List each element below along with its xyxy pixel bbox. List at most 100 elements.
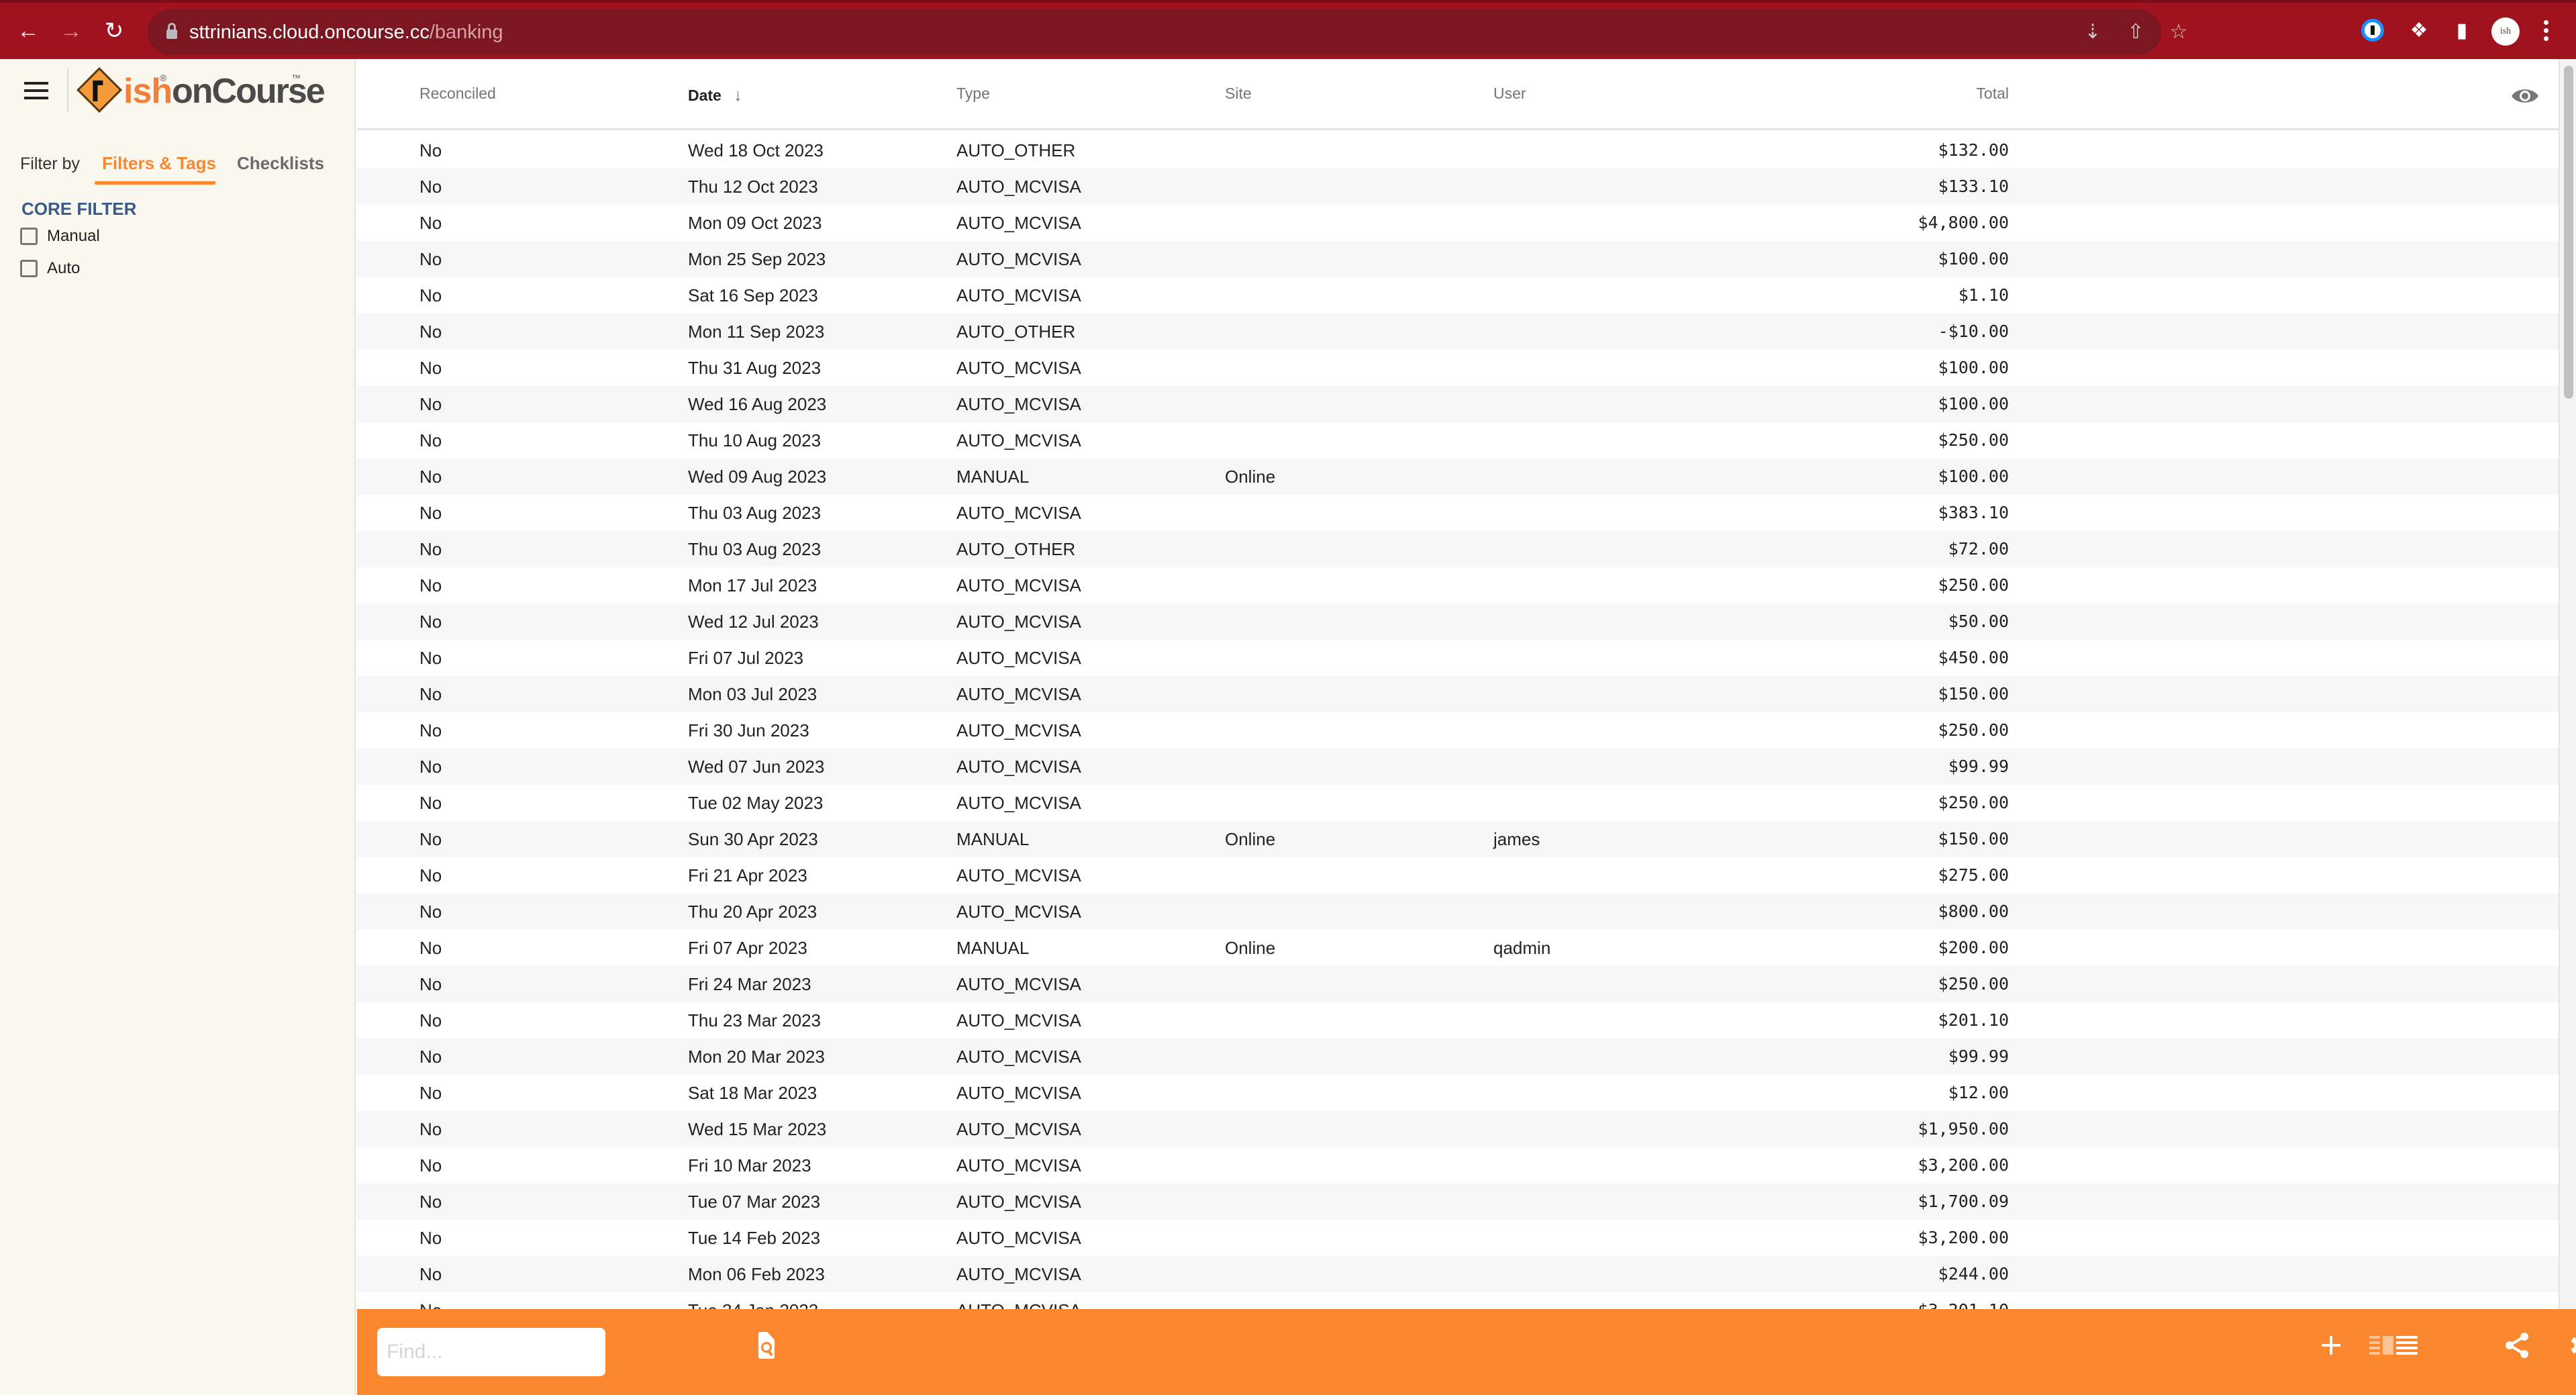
- table-row[interactable]: No Wed 09 Aug 2023 MANUAL Online $100.00: [357, 459, 2559, 495]
- cell-type: AUTO_MCVISA: [956, 394, 1081, 414]
- hamburger-menu-icon[interactable]: [24, 82, 48, 99]
- share-page-icon[interactable]: ⇧: [2124, 20, 2148, 44]
- cell-reconciled: No: [419, 285, 442, 305]
- cell-date: Mon 17 Jul 2023: [688, 575, 818, 595]
- header-divider: [67, 68, 68, 111]
- table-row[interactable]: No Fri 24 Mar 2023 AUTO_MCVISA $250.00: [357, 966, 2559, 1002]
- cell-total: $275.00: [1938, 865, 2009, 885]
- cell-total: $12.00: [1948, 1083, 2009, 1102]
- cell-reconciled: No: [419, 539, 442, 559]
- browser-menu-icon[interactable]: [2544, 20, 2549, 44]
- tab-checklists[interactable]: Checklists: [237, 153, 324, 174]
- eye-icon[interactable]: [2510, 86, 2540, 106]
- auto-label: Auto: [47, 259, 81, 277]
- cell-date: Wed 15 Mar 2023: [688, 1119, 827, 1139]
- column-header-site[interactable]: Site: [1225, 85, 1252, 103]
- list-view-toggle-icon[interactable]: [2369, 1332, 2419, 1359]
- table-row[interactable]: No Sat 18 Mar 2023 AUTO_MCVISA $12.00: [357, 1075, 2559, 1111]
- table-row[interactable]: No Thu 12 Oct 2023 AUTO_MCVISA $133.10: [357, 169, 2559, 205]
- column-header-reconciled[interactable]: Reconciled: [419, 85, 496, 103]
- browser-toolbar: ← → ↻ sttrinians.cloud.oncourse.cc/banki…: [0, 0, 2576, 59]
- table-row[interactable]: No Fri 30 Jun 2023 AUTO_MCVISA $250.00: [357, 712, 2559, 749]
- add-icon[interactable]: [2321, 1332, 2341, 1359]
- table-row[interactable]: No Sun 30 Apr 2023 MANUAL Online james $150.0…: [357, 821, 2559, 857]
- table-row[interactable]: No Sat 16 Sep 2023 AUTO_MCVISA $1.10: [357, 277, 2559, 314]
- forward-arrow-icon[interactable]: →: [58, 17, 85, 44]
- cell-site: Online: [1225, 829, 1276, 849]
- table-row[interactable]: No Mon 17 Jul 2023 AUTO_MCVISA $250.00: [357, 567, 2559, 604]
- table-row[interactable]: No Fri 07 Jul 2023 AUTO_MCVISA $450.00: [357, 640, 2559, 676]
- table-row[interactable]: No Wed 15 Mar 2023 AUTO_MCVISA $1,950.00: [357, 1111, 2559, 1147]
- table-row[interactable]: No Fri 21 Apr 2023 AUTO_MCVISA $275.00: [357, 857, 2559, 894]
- reload-icon[interactable]: ↻: [101, 17, 128, 44]
- password-manager-extension-icon[interactable]: [2361, 19, 2384, 42]
- cell-type: MANUAL: [956, 938, 1030, 958]
- filter-manual[interactable]: Manual: [20, 224, 100, 248]
- cell-type: AUTO_MCVISA: [956, 684, 1081, 704]
- advanced-search-document-icon[interactable]: [758, 1332, 775, 1359]
- extensions-puzzle-icon[interactable]: ❖: [2406, 17, 2432, 44]
- table-row[interactable]: No Mon 11 Sep 2023 AUTO_OTHER -$10.00: [357, 314, 2559, 350]
- address-bar[interactable]: sttrinians.cloud.oncourse.cc/banking ⇣ ⇧…: [148, 9, 2187, 55]
- column-header-user[interactable]: User: [1493, 85, 1526, 103]
- table-row[interactable]: No Thu 03 Aug 2023 AUTO_MCVISA $383.10: [357, 495, 2559, 531]
- table-row[interactable]: No Thu 31 Aug 2023 AUTO_MCVISA $100.00: [357, 350, 2559, 386]
- cell-reconciled: No: [419, 938, 442, 958]
- table-row[interactable]: No Mon 09 Oct 2023 AUTO_MCVISA $4,800.00: [357, 205, 2559, 241]
- table-row[interactable]: No Wed 12 Jul 2023 AUTO_MCVISA $50.00: [357, 604, 2559, 640]
- manual-checkbox[interactable]: [20, 228, 38, 245]
- scrollbar-thumb[interactable]: [2564, 66, 2573, 399]
- cell-date: Thu 31 Aug 2023: [688, 358, 822, 378]
- profile-avatar[interactable]: ish: [2491, 17, 2520, 46]
- table-row[interactable]: No Tue 14 Feb 2023 AUTO_MCVISA $3,200.00: [357, 1220, 2559, 1256]
- cell-date: Fri 07 Apr 2023: [688, 938, 807, 958]
- cell-date: Tue 24 Jan 2023: [688, 1300, 818, 1309]
- column-header-date[interactable]: Date ↓: [688, 85, 742, 105]
- table-row[interactable]: No Wed 16 Aug 2023 AUTO_MCVISA $100.00: [357, 386, 2559, 422]
- share-icon[interactable]: [2504, 1332, 2530, 1359]
- column-header-type[interactable]: Type: [956, 85, 990, 103]
- cell-type: AUTO_MCVISA: [956, 1300, 1081, 1309]
- cell-total: $150.00: [1938, 829, 2009, 849]
- table-row[interactable]: No Fri 10 Mar 2023 AUTO_MCVISA $3,200.00: [357, 1147, 2559, 1184]
- table-row[interactable]: No Mon 03 Jul 2023 AUTO_MCVISA $150.00: [357, 676, 2559, 712]
- column-header-date-label: Date: [688, 87, 722, 104]
- cell-reconciled: No: [419, 648, 442, 668]
- table-row[interactable]: No Thu 20 Apr 2023 AUTO_MCVISA $800.00: [357, 894, 2559, 930]
- cell-type: AUTO_MCVISA: [956, 1083, 1081, 1103]
- cell-date: Fri 24 Mar 2023: [688, 974, 811, 994]
- vertical-scrollbar[interactable]: [2559, 59, 2576, 1309]
- side-panel-icon[interactable]: ▮: [2448, 17, 2475, 44]
- table-row[interactable]: No Thu 03 Aug 2023 AUTO_OTHER $72.00: [357, 531, 2559, 567]
- cell-type: AUTO_OTHER: [956, 140, 1076, 160]
- logo-trademark: ™: [291, 73, 301, 83]
- back-arrow-icon[interactable]: ←: [15, 17, 42, 44]
- table-row[interactable]: No Fri 07 Apr 2023 MANUAL Online qadmin $200.…: [357, 930, 2559, 966]
- bookmark-star-icon[interactable]: ☆: [2167, 20, 2191, 44]
- cell-date: Fri 30 Jun 2023: [688, 720, 809, 740]
- auto-checkbox[interactable]: [20, 260, 38, 277]
- table-row[interactable]: No Thu 10 Aug 2023 AUTO_MCVISA $250.00: [357, 422, 2559, 459]
- install-app-icon[interactable]: ⇣: [2081, 20, 2105, 44]
- table-row[interactable]: No Wed 07 Jun 2023 AUTO_MCVISA $99.99: [357, 749, 2559, 785]
- settings-gear-icon[interactable]: [2569, 1332, 2576, 1359]
- table-row[interactable]: No Thu 23 Mar 2023 AUTO_MCVISA $201.10: [357, 1002, 2559, 1039]
- table-row[interactable]: No Mon 25 Sep 2023 AUTO_MCVISA $100.00: [357, 241, 2559, 277]
- cell-total: $250.00: [1938, 974, 2009, 994]
- cell-type: AUTO_MCVISA: [956, 865, 1081, 885]
- filter-auto[interactable]: Auto: [20, 256, 80, 281]
- table-row[interactable]: No Tue 02 May 2023 AUTO_MCVISA $250.00: [357, 785, 2559, 821]
- cell-date: Mon 25 Sep 2023: [688, 249, 826, 269]
- sort-descending-arrow-icon: ↓: [733, 85, 742, 105]
- table-row[interactable]: No Tue 24 Jan 2023 AUTO_MCVISA $3,201.10: [357, 1292, 2559, 1309]
- cell-total: $250.00: [1938, 720, 2009, 740]
- table-row[interactable]: No Mon 20 Mar 2023 AUTO_MCVISA $99.99: [357, 1039, 2559, 1075]
- find-input[interactable]: [377, 1328, 605, 1376]
- cell-reconciled: No: [419, 213, 442, 233]
- table-row[interactable]: No Wed 18 Oct 2023 AUTO_OTHER $132.00: [357, 132, 2559, 169]
- table-row[interactable]: No Tue 07 Mar 2023 AUTO_MCVISA $1,700.09: [357, 1184, 2559, 1220]
- column-header-total[interactable]: Total: [1740, 85, 2009, 103]
- tab-filters-and-tags[interactable]: Filters & Tags: [102, 153, 216, 174]
- banking-list: Reconciled Date ↓ Type Site User Total No…: [357, 59, 2559, 1309]
- table-row[interactable]: No Mon 06 Feb 2023 AUTO_MCVISA $244.00: [357, 1256, 2559, 1292]
